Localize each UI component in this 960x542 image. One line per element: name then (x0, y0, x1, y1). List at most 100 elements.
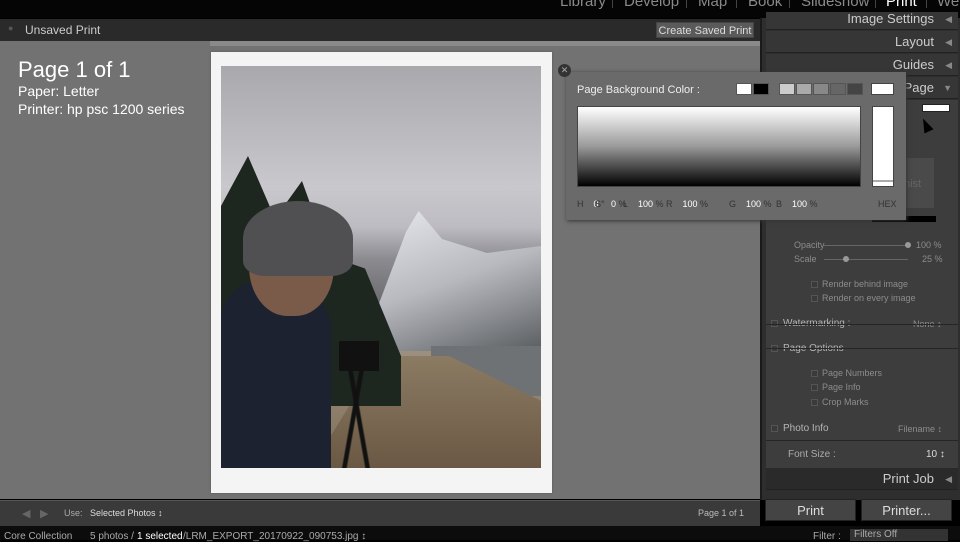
printer-info: Printer: hp psc 1200 series (18, 101, 185, 117)
scale-value[interactable]: 25 % (922, 254, 943, 264)
divider (766, 440, 958, 441)
divider (926, 0, 927, 8)
photo-info-label: Photo Info (783, 423, 829, 434)
photo-info-select[interactable]: Filename ↕ (898, 424, 942, 434)
collapse-arrow-icon: ◀ (945, 474, 952, 484)
collapse-icon[interactable]: ● (8, 23, 13, 33)
page-count-indicator: Page 1 of 1 (698, 508, 745, 518)
color-field-s[interactable]: S 0 % (595, 199, 627, 209)
color-field-l[interactable]: L 100 % (623, 199, 664, 209)
collection-name[interactable]: Core Collection (4, 531, 72, 542)
close-icon[interactable]: ✕ (558, 64, 571, 77)
panel-image-settings[interactable]: Image Settings ◀ (766, 12, 958, 30)
divider (686, 0, 687, 8)
ruler (210, 41, 760, 46)
color-swatch[interactable] (736, 83, 752, 95)
collapse-arrow-icon: ◀ (945, 14, 952, 24)
page-numbers-checkbox[interactable] (811, 370, 818, 377)
crop-marks-label: Crop Marks (822, 397, 869, 407)
divider (766, 348, 958, 349)
collapse-arrow-icon: ◀ (945, 37, 952, 47)
person-beanie (243, 201, 353, 276)
divider (875, 0, 876, 8)
panel-layout[interactable]: Layout ◀ (766, 31, 958, 53)
create-saved-print-button[interactable]: Create Saved Print (656, 22, 754, 38)
page-numbers-label: Page Numbers (822, 368, 883, 378)
photo-cell[interactable] (221, 66, 541, 468)
opacity-value[interactable]: 100 % (916, 240, 942, 250)
crop-marks-checkbox[interactable] (811, 399, 818, 406)
color-field-g[interactable]: G 100 % (729, 199, 772, 209)
scale-slider[interactable] (824, 259, 908, 260)
current-color-swatch (871, 83, 894, 95)
color-swatch[interactable] (813, 83, 829, 95)
color-picker-popup: Page Background Color : H 0 ° S 0 % L 100 … (566, 72, 906, 220)
file-name[interactable]: /LRM_EXPORT_20170922_090753.jpg ↕ (183, 531, 366, 542)
module-develop[interactable]: Develop (624, 0, 679, 10)
next-arrow-icon[interactable]: ▶ (40, 507, 48, 520)
print-button[interactable]: Print (765, 499, 856, 521)
toolbar: ◀ ▶ Use: Selected Photos ↕ Page 1 of 1 (0, 500, 760, 526)
page-count: Page 1 of 1 (18, 57, 131, 82)
header-label: Print Job (882, 471, 934, 486)
divider (612, 0, 613, 8)
paper-info: Paper: Letter (18, 83, 99, 99)
color-swatch[interactable] (830, 83, 846, 95)
color-swatch[interactable] (847, 83, 863, 95)
module-web[interactable]: Web (937, 0, 960, 10)
opacity-slider[interactable] (824, 245, 908, 246)
render-behind-checkbox[interactable] (811, 281, 818, 288)
use-select[interactable]: Selected Photos ↕ (90, 508, 163, 518)
title-bar: ● Unsaved Print (0, 19, 760, 41)
printer-button[interactable]: Printer... (861, 499, 952, 521)
font-size-select[interactable]: 10 ↕ (926, 449, 945, 460)
header-label: Layout (894, 34, 934, 49)
header-label: Page (903, 80, 934, 95)
module-print[interactable]: Print (886, 0, 917, 10)
panel-print-job[interactable]: Print Job ◀ (766, 468, 958, 490)
header-label: Guides (892, 57, 934, 72)
collapse-arrow-icon: ◀ (945, 60, 952, 70)
module-map[interactable]: Map (698, 0, 727, 10)
page-info-checkbox[interactable] (811, 384, 818, 391)
color-field-r[interactable]: R 100 % (666, 199, 708, 209)
render-every-label: Render on every image (822, 293, 916, 303)
font-size-label: Font Size : (788, 449, 836, 460)
selected-count: 1 selected (137, 531, 183, 542)
page-info-overlay: Page 1 of 1 Paper: Letter Printer: hp ps… (18, 58, 185, 118)
luminance-slider[interactable] (872, 106, 894, 187)
module-slideshow[interactable]: Slideshow (801, 0, 869, 10)
module-library[interactable]: Library (560, 0, 606, 10)
divider (766, 324, 958, 325)
filmstrip-bar: Core Collection 5 photos / 1 selected /L… (0, 526, 960, 542)
filter-select[interactable]: Filters Off (850, 529, 948, 541)
module-book[interactable]: Book (748, 0, 782, 10)
opacity-label: Opacity (794, 240, 825, 250)
hex-toggle[interactable]: HEX (878, 199, 897, 209)
color-swatch[interactable] (779, 83, 795, 95)
scale-label: Scale (794, 254, 817, 264)
previous-arrow-icon[interactable]: ◀ (22, 507, 30, 520)
camera (339, 341, 379, 371)
render-every-checkbox[interactable] (811, 295, 818, 302)
color-field-b[interactable]: B 100 % (776, 199, 818, 209)
print-title: Unsaved Print (25, 23, 101, 37)
photo-count: 5 photos / (90, 531, 134, 542)
photo-info-checkbox[interactable] (771, 425, 778, 432)
color-picker-title: Page Background Color : (577, 84, 700, 96)
color-swatch[interactable] (753, 83, 769, 95)
expand-arrow-icon: ▼ (943, 83, 952, 93)
divider (789, 0, 790, 8)
use-label: Use: (64, 508, 83, 518)
divider (736, 0, 737, 8)
color-gradient-field[interactable] (577, 106, 861, 187)
identity-plate-text: hist (904, 178, 922, 190)
render-behind-label: Render behind image (822, 279, 909, 289)
filter-label: Filter : (813, 531, 841, 542)
header-label: Image Settings (847, 11, 934, 26)
color-swatch[interactable] (796, 83, 812, 95)
page-info-label: Page Info (822, 382, 861, 392)
background-color-swatch[interactable] (922, 104, 950, 112)
scale-knob[interactable] (843, 256, 849, 262)
opacity-knob[interactable] (905, 242, 911, 248)
